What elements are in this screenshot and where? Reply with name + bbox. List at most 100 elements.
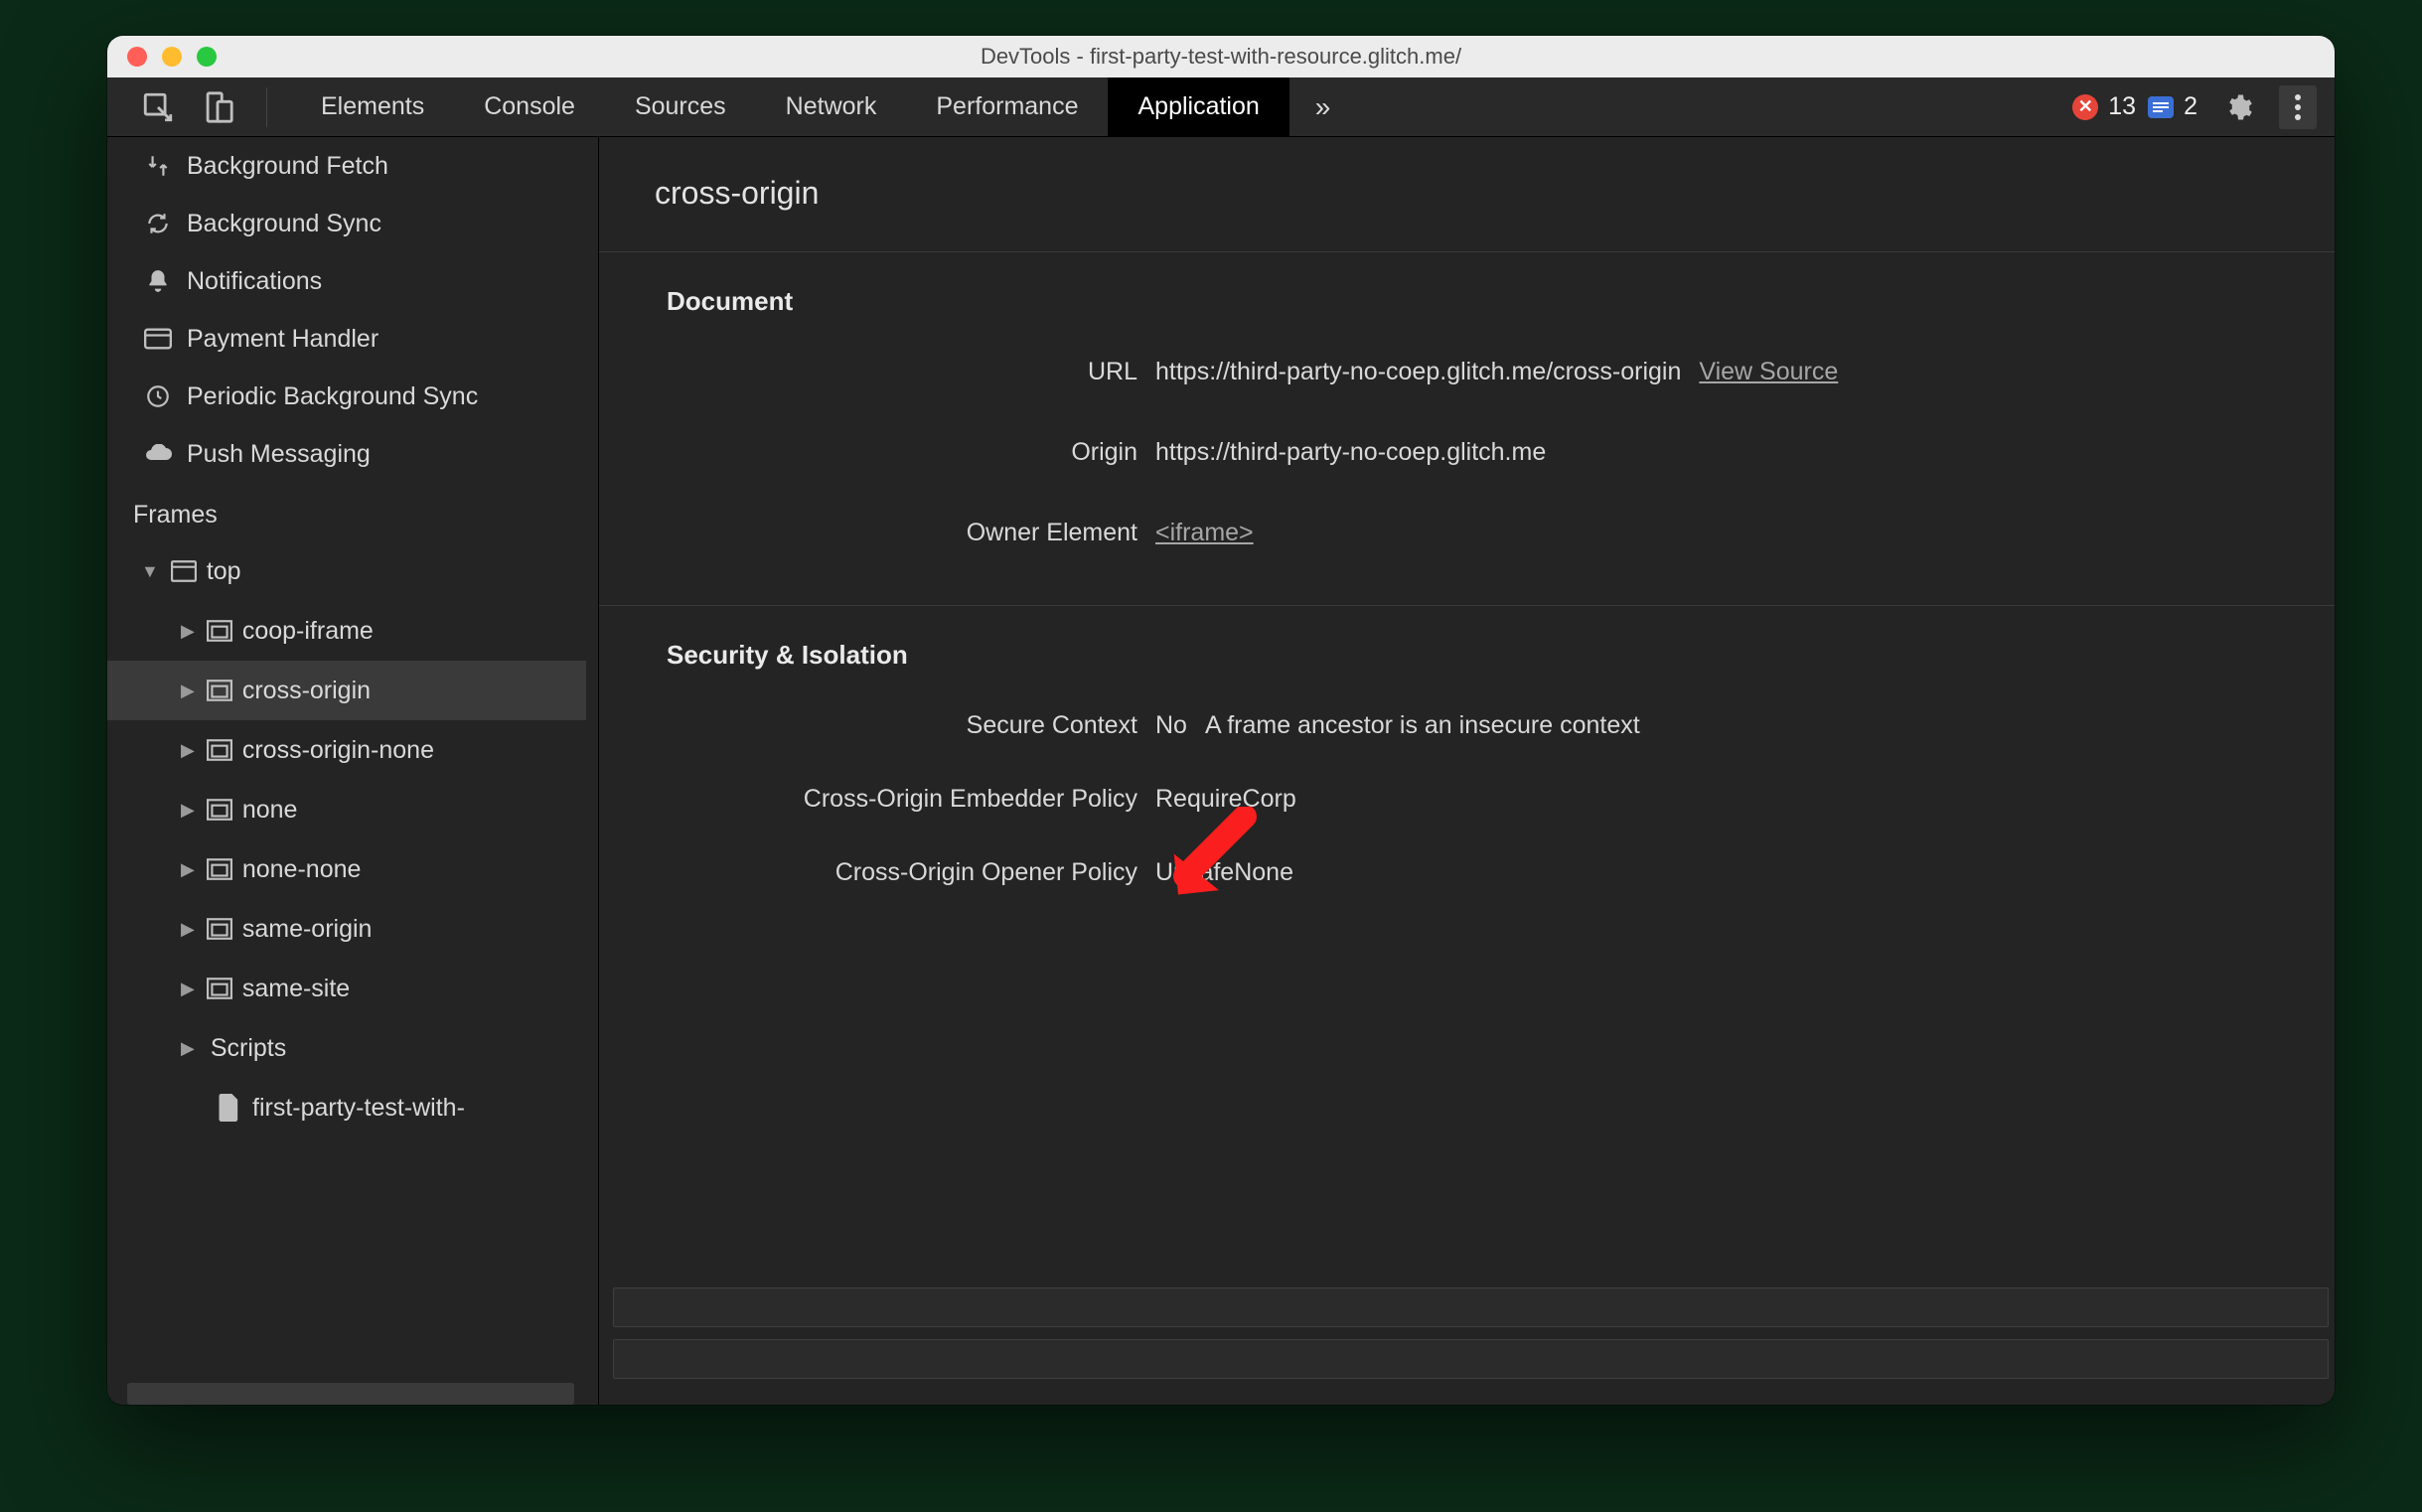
- tree-label: none-none: [242, 855, 362, 884]
- row-coop: Cross-Origin Opener Policy UnsafeNone: [599, 835, 2335, 909]
- tree-label: none: [242, 796, 298, 825]
- iframe-icon: [207, 978, 232, 999]
- drawer-bar[interactable]: [613, 1287, 2329, 1327]
- label-secure-context: Secure Context: [599, 711, 1155, 740]
- row-coep: Cross-Origin Embedder Policy RequireCorp: [599, 762, 2335, 835]
- messages-count: 2: [2184, 92, 2197, 121]
- tree-label: first-party-test-with-: [252, 1094, 465, 1123]
- value-url: https://third-party-no-coep.glitch.me/cr…: [1155, 358, 1681, 386]
- toolbar-right: ✕ 13 2: [2072, 77, 2335, 136]
- background-fetch-icon: [143, 151, 173, 181]
- label-url: URL: [599, 358, 1155, 386]
- errors-counter[interactable]: ✕ 13: [2072, 92, 2136, 121]
- sidebar-item-label: Periodic Background Sync: [187, 382, 478, 411]
- disclosure-triangle-icon: ▶: [181, 919, 195, 940]
- disclosure-triangle-icon: ▶: [181, 1038, 195, 1059]
- error-badge-icon: ✕: [2072, 94, 2098, 120]
- tab-application[interactable]: Application: [1108, 77, 1288, 136]
- inspect-element-icon[interactable]: [141, 90, 175, 124]
- value-coep: RequireCorp: [1155, 785, 1296, 814]
- sidebar-item-push-messaging[interactable]: Push Messaging: [107, 425, 586, 483]
- iframe-icon: [207, 858, 232, 880]
- sidebar-item-label: Background Sync: [187, 210, 381, 238]
- disclosure-triangle-icon: ▼: [141, 561, 159, 582]
- label-origin: Origin: [599, 438, 1155, 467]
- message-badge-icon: [2148, 96, 2174, 118]
- owner-element-link[interactable]: <iframe>: [1155, 519, 1254, 547]
- tree-label: Scripts: [211, 1034, 286, 1063]
- disclosure-triangle-icon: ▶: [181, 979, 195, 999]
- tree-frame-item[interactable]: ▶ coop-iframe: [107, 601, 586, 661]
- frames-section-header: Frames: [107, 483, 586, 541]
- tree-top-frame[interactable]: ▼ top: [107, 541, 586, 601]
- disclosure-triangle-icon: ▶: [181, 859, 195, 880]
- security-isolation-section-title: Security & Isolation: [599, 640, 2335, 671]
- iframe-icon: [207, 680, 232, 701]
- view-source-link[interactable]: View Source: [1699, 358, 1838, 386]
- file-icon: [219, 1094, 240, 1122]
- tree-label: cross-origin-none: [242, 736, 434, 765]
- tree-scripts-folder[interactable]: ▶ Scripts: [107, 1018, 586, 1078]
- iframe-icon: [207, 739, 232, 761]
- panel-body: Background Fetch Background Sync Notific…: [107, 137, 2335, 1405]
- document-section: Document URL https://third-party-no-coep…: [599, 252, 2335, 606]
- tab-console[interactable]: Console: [454, 77, 605, 136]
- periodic-sync-icon: [143, 381, 173, 411]
- window-title: DevTools - first-party-test-with-resourc…: [107, 44, 2335, 70]
- sidebar-item-periodic-background-sync[interactable]: Periodic Background Sync: [107, 368, 586, 425]
- device-toolbar-icon[interactable]: [201, 90, 234, 124]
- label-owner-element: Owner Element: [599, 519, 1155, 547]
- disclosure-triangle-icon: ▶: [181, 621, 195, 642]
- tree-frame-item[interactable]: ▶ same-origin: [107, 899, 586, 959]
- tab-performance[interactable]: Performance: [906, 77, 1108, 136]
- value-secure-context: No: [1155, 711, 1187, 740]
- drawer-bar[interactable]: [613, 1339, 2329, 1379]
- row-owner-element: Owner Element <iframe>: [599, 496, 2335, 569]
- tree-frame-item-selected[interactable]: ▶ cross-origin: [107, 661, 586, 720]
- drawer-area: [613, 1287, 2329, 1383]
- row-secure-context: Secure Context No A frame ancestor is an…: [599, 688, 2335, 762]
- sidebar-item-background-fetch[interactable]: Background Fetch: [107, 137, 586, 195]
- tree-frame-item[interactable]: ▶ none: [107, 780, 586, 839]
- disclosure-triangle-icon: ▶: [181, 680, 195, 701]
- settings-icon[interactable]: [2209, 92, 2267, 122]
- security-isolation-section: Security & Isolation Secure Context No A…: [599, 606, 2335, 945]
- tab-sources[interactable]: Sources: [605, 77, 756, 136]
- background-sync-icon: [143, 209, 173, 238]
- close-window-button[interactable]: [127, 47, 147, 67]
- overflow-tabs-icon[interactable]: »: [1289, 77, 1357, 136]
- maximize-window-button[interactable]: [197, 47, 217, 67]
- more-menu-icon[interactable]: [2279, 85, 2317, 129]
- sidebar-item-payment-handler[interactable]: Payment Handler: [107, 310, 586, 368]
- label-coep: Cross-Origin Embedder Policy: [599, 785, 1155, 814]
- notifications-icon: [143, 266, 173, 296]
- minimize-window-button[interactable]: [162, 47, 182, 67]
- label-coop: Cross-Origin Opener Policy: [599, 858, 1155, 887]
- window-icon: [171, 560, 197, 582]
- tree-frame-item[interactable]: ▶ cross-origin-none: [107, 720, 586, 780]
- tree-label: same-site: [242, 975, 350, 1003]
- disclosure-triangle-icon: ▶: [181, 800, 195, 821]
- iframe-icon: [207, 620, 232, 642]
- secure-context-reason: A frame ancestor is an insecure context: [1205, 711, 1640, 740]
- row-url: URL https://third-party-no-coep.glitch.m…: [599, 335, 2335, 408]
- tree-script-file[interactable]: first-party-test-with-: [107, 1078, 586, 1137]
- tree-frame-item[interactable]: ▶ same-site: [107, 959, 586, 1018]
- tree-label: coop-iframe: [242, 617, 374, 646]
- tree-label: top: [207, 557, 241, 586]
- toolbar: Elements Console Sources Network Perform…: [107, 77, 2335, 137]
- application-sidebar: Background Fetch Background Sync Notific…: [107, 137, 598, 1405]
- sidebar-item-notifications[interactable]: Notifications: [107, 252, 586, 310]
- toolbar-left: [107, 77, 291, 136]
- messages-counter[interactable]: 2: [2148, 92, 2197, 121]
- sidebar-horizontal-scrollbar[interactable]: [127, 1383, 574, 1405]
- devtools-window: DevTools - first-party-test-with-resourc…: [107, 36, 2335, 1405]
- value-coop: UnsafeNone: [1155, 858, 1293, 887]
- tab-network[interactable]: Network: [756, 77, 907, 136]
- tab-elements[interactable]: Elements: [291, 77, 454, 136]
- titlebar: DevTools - first-party-test-with-resourc…: [107, 36, 2335, 77]
- tree-frame-item[interactable]: ▶ none-none: [107, 839, 586, 899]
- sidebar-item-background-sync[interactable]: Background Sync: [107, 195, 586, 252]
- frame-title: cross-origin: [599, 137, 2335, 252]
- value-origin: https://third-party-no-coep.glitch.me: [1155, 438, 1546, 467]
